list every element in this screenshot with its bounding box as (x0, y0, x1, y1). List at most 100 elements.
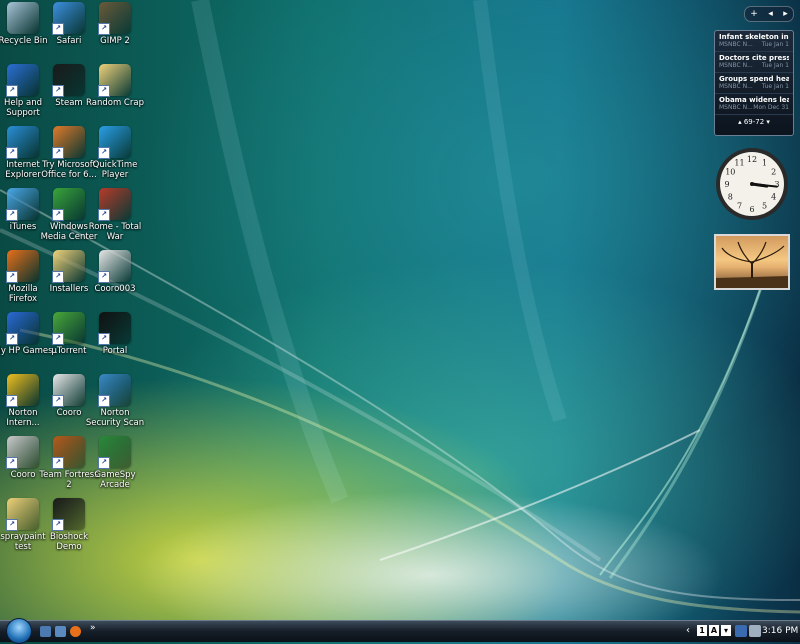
system-clock[interactable]: 3:16 PM (762, 626, 798, 636)
show-desktop-icon[interactable] (40, 626, 51, 637)
feed-item[interactable]: Obama widens lead i...MSNBC N...Mon Dec … (715, 94, 793, 115)
image-icon: ↗ (98, 250, 131, 283)
shortcut-arrow-icon: ↗ (6, 147, 18, 159)
internet-explorer-icon: ↗ (6, 126, 39, 159)
clock-numeral: 11 (734, 158, 744, 167)
feed-item-title: Infant skeleton in Pe... (719, 33, 789, 41)
shortcut-arrow-icon: ↗ (6, 519, 18, 531)
desktop-icon-random-crap[interactable]: ↗ Random Crap (86, 64, 144, 124)
shortcut-arrow-icon: ↗ (98, 147, 110, 159)
clock-numeral: 3 (774, 180, 779, 189)
feed-item-date: Tue Jan 1 (761, 62, 789, 69)
shortcut-arrow-icon: ↗ (98, 23, 110, 35)
feed-item-title: Obama widens lead i... (719, 96, 789, 104)
desktop-icon-quicktime-player[interactable]: ↗ QuickTime Player (86, 126, 144, 186)
slideshow-gadget[interactable] (714, 234, 790, 290)
clock-numeral: 1 (762, 158, 767, 167)
shortcut-arrow-icon: ↗ (98, 209, 110, 221)
clock-numeral: 7 (737, 202, 742, 211)
language-indicator[interactable]: A (709, 625, 719, 636)
desktop-icon-portal[interactable]: ↗ Portal (86, 312, 144, 372)
firefox-quicklaunch-icon[interactable] (70, 626, 81, 637)
desktop-icon-label: QuickTime Player (92, 160, 138, 180)
desktop-icon-label: GameSpy Arcade (94, 470, 136, 490)
itunes-icon: ↗ (6, 188, 39, 221)
shortcut-arrow-icon: ↗ (52, 209, 64, 221)
start-button[interactable] (6, 618, 32, 644)
feed-item[interactable]: Infant skeleton in Pe...MSNBC N... Tue Ja… (715, 31, 793, 52)
clock-numeral: 6 (749, 205, 754, 214)
feed-prev-button[interactable]: ▴ (738, 118, 742, 126)
keyboard-layout-icon[interactable]: 1 (697, 625, 707, 636)
shortcut-arrow-icon: ↗ (6, 209, 18, 221)
feed-next-button[interactable]: ▾ (766, 118, 770, 126)
next-gadget-button[interactable]: ▸ (783, 9, 788, 19)
feed-item-source: MSNBC N... (719, 62, 753, 69)
desktop-icon-cooro003[interactable]: ↗ Cooro003 (86, 250, 144, 310)
desktop-icon-gamespy-arcade[interactable]: ↗ GameSpy Arcade (86, 436, 144, 496)
feed-item-date: Tue Jan 1 (761, 83, 789, 90)
shortcut-arrow-icon: ↗ (6, 457, 18, 469)
taskbar: » ‹ 1 A ▾ 3:16 PM (0, 618, 800, 644)
desktop-icon-label: Random Crap (86, 98, 144, 108)
desktop-icon-rome-total-war[interactable]: ↗ Rome - Total War (86, 188, 144, 248)
shortcut-arrow-icon: ↗ (52, 395, 64, 407)
clock-numeral: 8 (728, 193, 733, 202)
shortcut-arrow-icon: ↗ (98, 333, 110, 345)
feed-item-meta: MSNBC N... Tue Jan 1 (719, 83, 789, 90)
feed-item-source: MSNBC N... (719, 41, 753, 48)
shortcut-arrow-icon: ↗ (52, 271, 64, 283)
portal-icon: ↗ (98, 312, 131, 345)
shortcut-arrow-icon: ↗ (6, 395, 18, 407)
shortcut-arrow-icon: ↗ (52, 519, 64, 531)
shortcut-arrow-icon: ↗ (98, 395, 110, 407)
feed-item-date: Mon Dec 31 (753, 104, 789, 111)
desktop-icon-norton-security-scan[interactable]: ↗ Norton Security Scan (86, 374, 144, 434)
shortcut-arrow-icon: ↗ (6, 333, 18, 345)
desktop-icon-label: Portal (102, 346, 128, 356)
utorrent-icon: ↗ (52, 312, 85, 345)
shortcut-arrow-icon: ↗ (6, 271, 18, 283)
feed-item-meta: MSNBC N... Tue Jan 1 (719, 62, 789, 69)
gamespy-icon: ↗ (98, 436, 131, 469)
steam-icon: ↗ (52, 498, 85, 531)
switch-windows-icon[interactable] (55, 626, 66, 637)
clock-numeral: 9 (724, 180, 729, 189)
desktop-icon-label: Cooro003 (94, 284, 136, 294)
feed-item[interactable]: Doctors cite pressure...MSNBC N... Tue Ja… (715, 52, 793, 73)
desktop-icon-label: Rome - Total War (88, 222, 142, 242)
quick-launch-more-button[interactable]: » (90, 623, 96, 633)
feed-item-title: Groups spend heavil... (719, 75, 789, 83)
clock-numeral: 10 (725, 168, 735, 177)
shortcut-arrow-icon: ↗ (52, 147, 64, 159)
desktop-icon-label: Bioshock Demo (49, 532, 88, 552)
tree-photo (716, 241, 788, 288)
shortcut-arrow-icon: ↗ (98, 457, 110, 469)
feed-item-date: Tue Jan 1 (761, 41, 789, 48)
shortcut-arrow-icon: ↗ (6, 85, 18, 97)
add-gadget-button[interactable]: + (750, 9, 758, 19)
network-icon[interactable] (735, 625, 747, 637)
shortcut-arrow-icon: ↗ (98, 271, 110, 283)
clock-numeral: 4 (771, 193, 776, 202)
feed-item-meta: MSNBC N... Tue Jan 1 (719, 41, 789, 48)
shortcut-arrow-icon: ↗ (52, 23, 64, 35)
desktop-icon-label: Norton Security Scan (85, 408, 145, 428)
volume-icon[interactable] (749, 625, 761, 637)
shortcut-arrow-icon: ↗ (52, 457, 64, 469)
feed-item[interactable]: Groups spend heavil...MSNBC N... Tue Jan … (715, 73, 793, 94)
gimp-file-icon: ↗ (6, 436, 39, 469)
input-options-icon[interactable]: ▾ (721, 625, 731, 636)
folder-icon: ↗ (52, 250, 85, 283)
media-center-icon: ↗ (52, 188, 85, 221)
norton-icon: ↗ (6, 374, 39, 407)
clock-gadget[interactable]: 1234567891011 12 (714, 146, 790, 222)
steam-icon: ↗ (52, 64, 85, 97)
desktop-icon-gimp-2[interactable]: ↗ GIMP 2 (86, 2, 144, 62)
desktop-icon-bioshock-demo[interactable]: ↗ Bioshock Demo (40, 498, 98, 558)
prev-gadget-button[interactable]: ◂ (768, 9, 773, 19)
tray-expand-button[interactable]: ‹ (686, 625, 690, 636)
shortcut-arrow-icon: ↗ (52, 333, 64, 345)
feed-item-title: Doctors cite pressure... (719, 54, 789, 62)
folder-icon: ↗ (98, 64, 131, 97)
